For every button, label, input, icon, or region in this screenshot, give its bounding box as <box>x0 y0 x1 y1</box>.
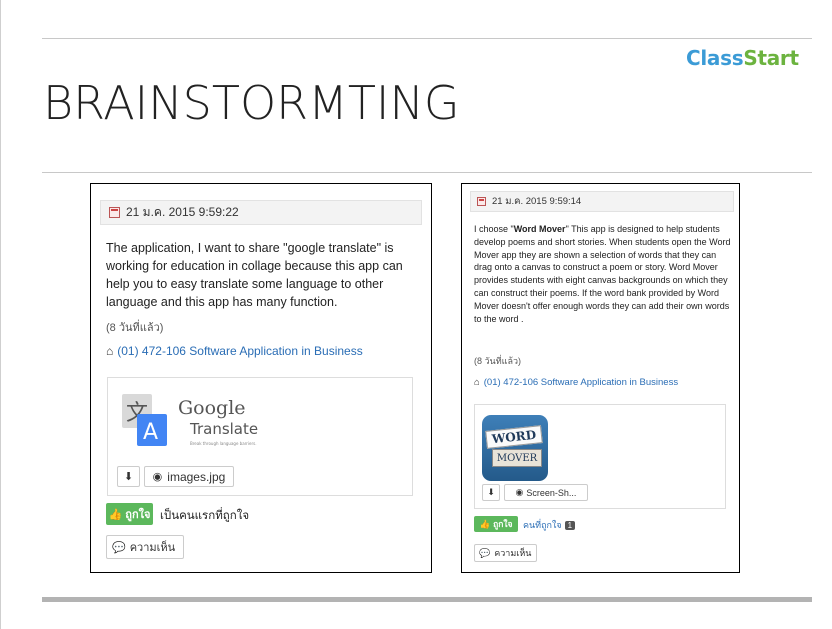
eye-icon: ◉ <box>515 487 524 497</box>
post-age: (8 วันที่แล้ว) <box>106 322 164 334</box>
download-button[interactable]: ⬇ <box>117 466 140 487</box>
attachment-box: 文 A Google Translate Break through langu… <box>107 377 413 496</box>
view-file-button[interactable]: ◉ images.jpg <box>144 466 234 487</box>
download-button[interactable]: ⬇ <box>482 484 500 501</box>
home-icon: ⌂ <box>474 377 480 388</box>
post-body: I choose "Word Mover" This app is design… <box>474 224 731 324</box>
comment-icon: 💬 <box>479 547 491 558</box>
post-header: 21 ม.ค. 2015 9:59:14 <box>470 191 734 212</box>
home-icon: ⌂ <box>106 344 114 358</box>
classstart-logo: ClassStart <box>686 46 799 70</box>
likers-link[interactable]: คนที่ถูกใจ 1 <box>523 518 576 532</box>
view-file-button[interactable]: ◉ Screen-Sh... <box>504 484 588 501</box>
post-age: (8 วันที่แล้ว) <box>474 356 522 366</box>
post-screenshot-word-mover: 21 ม.ค. 2015 9:59:14 I choose "Word Move… <box>461 183 740 573</box>
post-body: The application, I want to share "google… <box>106 241 403 309</box>
top-divider <box>42 38 812 39</box>
file-name: images.jpg <box>167 469 226 484</box>
calendar-icon <box>109 207 120 218</box>
attachment-box: WORD MOVER ⬇ ◉ Screen-Sh... <box>474 404 726 509</box>
bottom-divider <box>42 597 812 602</box>
post-date: 21 ม.ค. 2015 9:59:14 <box>492 196 582 207</box>
title-divider <box>42 172 812 173</box>
slide-title: BRAINSTORMTING <box>43 76 460 130</box>
svg-text:Break through language barrier: Break through language barriers. <box>190 441 256 446</box>
svg-text:Google: Google <box>178 397 246 419</box>
thumbs-up-icon: 👍 <box>108 508 123 521</box>
svg-text:A: A <box>143 420 158 445</box>
eye-icon: ◉ <box>152 471 163 483</box>
comment-icon: 💬 <box>112 541 126 554</box>
comment-button[interactable]: 💬 ความเห็น <box>106 535 184 559</box>
post-screenshot-google-translate: 21 ม.ค. 2015 9:59:22 The application, I … <box>90 183 432 573</box>
comment-button[interactable]: 💬 ความเห็น <box>474 544 537 562</box>
like-button[interactable]: 👍 ถูกใจ <box>474 516 518 532</box>
calendar-icon <box>477 197 486 206</box>
course-link[interactable]: ⌂ (01) 472-106 Software Application in Bu… <box>474 377 678 388</box>
download-icon: ⬇ <box>487 487 495 497</box>
slide-left-border <box>0 0 1 629</box>
download-icon: ⬇ <box>123 471 134 483</box>
course-link[interactable]: ⌂ (01) 472-106 Software Application in Bu… <box>106 344 363 358</box>
like-count-badge: 1 <box>564 521 576 530</box>
like-status-text: เป็นคนแรกที่ถูกใจ <box>160 510 250 522</box>
like-button[interactable]: 👍 ถูกใจ <box>106 503 153 525</box>
svg-text:Translate: Translate <box>189 420 258 438</box>
thumbs-up-icon: 👍 <box>479 518 491 529</box>
post-header: 21 ม.ค. 2015 9:59:22 <box>100 200 422 225</box>
google-translate-logo: 文 A Google Translate Break through langu… <box>122 394 258 446</box>
file-name: Screen-Sh... <box>526 487 577 498</box>
word-mover-logo: WORD MOVER <box>482 415 548 481</box>
post-date: 21 ม.ค. 2015 9:59:22 <box>126 205 239 219</box>
